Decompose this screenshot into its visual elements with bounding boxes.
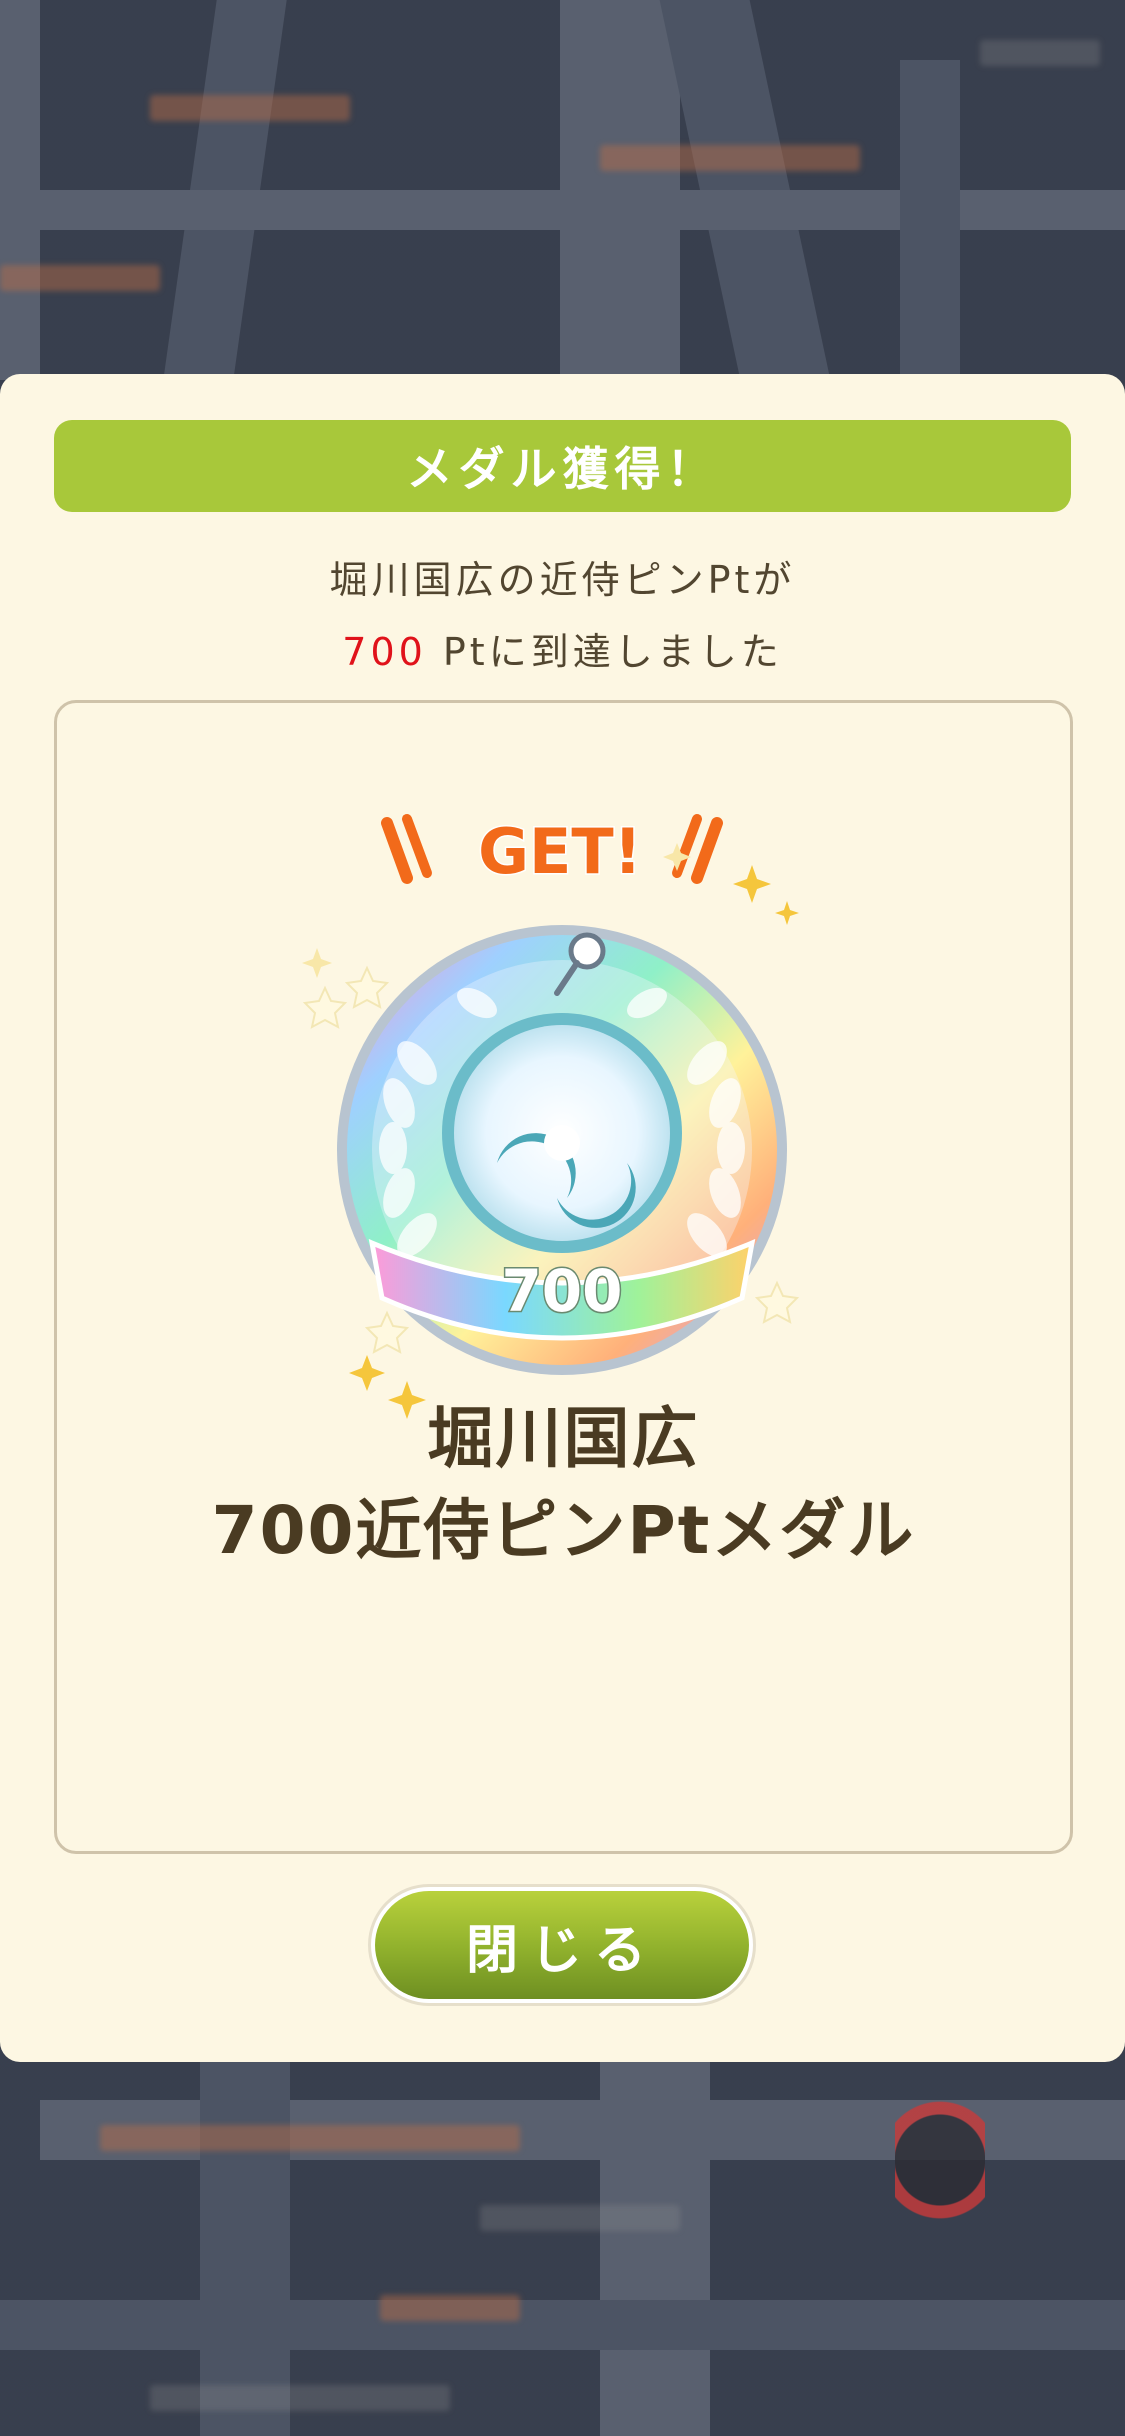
- get-banner: GET!: [381, 814, 723, 890]
- close-button-label: 閉じる: [465, 1920, 658, 1981]
- achievement-message: 堀川国広の近侍ピンPtが 700 Ptに到達しました: [0, 544, 1125, 688]
- close-button-face[interactable]: 閉じる: [375, 1891, 749, 1999]
- medal-acquired-dialog: メダル獲得！ 堀川国広の近侍ピンPtが 700 Ptに到達しました GET! 7…: [0, 374, 1125, 2062]
- message-line-2: 700 Ptに到達しました: [0, 616, 1125, 688]
- points-value: 700: [342, 630, 427, 674]
- dialog-title: メダル獲得！: [406, 442, 719, 496]
- medal-image: GET! 700: [277, 803, 847, 1423]
- medal-title-line-1: 堀川国広: [427, 1400, 700, 1477]
- medal-graphic: GET! 700: [302, 814, 800, 1419]
- dialog-header: メダル獲得！: [54, 420, 1071, 512]
- medal-number: 700: [501, 1257, 622, 1325]
- medal-title: 堀川国広 700近侍ピンPtメダル: [57, 1393, 1070, 1577]
- medal-badge-icon: 700: [337, 925, 787, 1375]
- message-line-1: 堀川国広の近侍ピンPtが: [329, 558, 796, 602]
- medal-panel: GET! 700 堀川国広 700近侍ピンPtメダル: [54, 700, 1073, 1854]
- message-line-2-text: Ptに到達しました: [426, 630, 783, 674]
- medal-title-line-2: 700近侍ピンPtメダル: [211, 1492, 916, 1569]
- close-button[interactable]: 閉じる: [368, 1884, 756, 2006]
- svg-text:GET!: GET!: [478, 815, 642, 888]
